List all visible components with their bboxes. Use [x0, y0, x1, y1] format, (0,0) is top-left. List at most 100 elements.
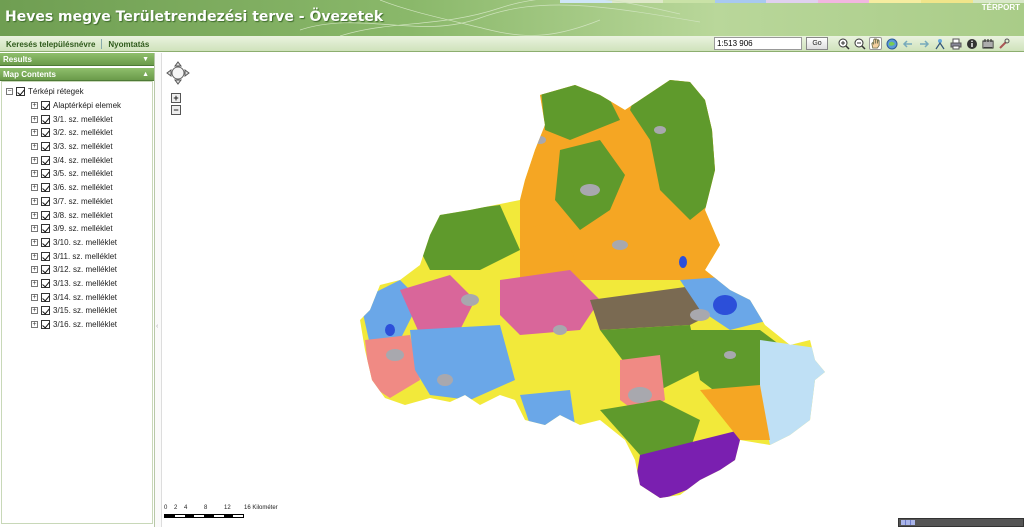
- layer-checkbox[interactable]: [41, 128, 50, 138]
- layer-item[interactable]: +3/2. sz. melléklet: [2, 126, 152, 140]
- layer-list: + Alaptérképi elemek +3/1. sz. melléklet +3…: [2, 99, 152, 332]
- layer-item[interactable]: +3/12. sz. melléklet: [2, 263, 152, 277]
- expand-icon[interactable]: +: [31, 266, 38, 274]
- chevron-down-icon[interactable]: ▼: [142, 53, 149, 66]
- expand-icon[interactable]: +: [31, 184, 38, 192]
- expand-icon[interactable]: +: [31, 321, 38, 329]
- scale-tick: 2: [174, 505, 178, 511]
- legend-icon[interactable]: [981, 37, 994, 50]
- expand-icon[interactable]: +: [31, 211, 38, 219]
- layer-item[interactable]: +3/6. sz. melléklet: [2, 181, 152, 195]
- layer-item[interactable]: +3/3. sz. melléklet: [2, 140, 152, 154]
- chevron-up-icon[interactable]: ▲: [142, 68, 149, 81]
- layer-checkbox[interactable]: [41, 183, 50, 193]
- expand-icon[interactable]: +: [31, 115, 38, 123]
- layer-checkbox[interactable]: [41, 320, 50, 330]
- layer-label: 3/16. sz. melléklet: [53, 320, 118, 330]
- layer-label: 3/10. sz. melléklet: [53, 237, 118, 247]
- layer-item[interactable]: +3/11. sz. melléklet: [2, 249, 152, 263]
- scale-tick: 4: [184, 505, 188, 511]
- layer-checkbox[interactable]: [16, 87, 25, 97]
- tools-icon[interactable]: [997, 37, 1010, 50]
- scale-tick: 8: [204, 505, 208, 511]
- left-panel: Results ▼ Map Contents ▲ − Térképi réteg…: [0, 53, 155, 527]
- layer-checkbox[interactable]: [41, 265, 50, 275]
- layer-item[interactable]: +3/13. sz. melléklet: [2, 277, 152, 291]
- layer-checkbox[interactable]: [41, 142, 50, 152]
- info-icon[interactable]: [965, 37, 978, 50]
- map-contents-panel-header[interactable]: Map Contents ▲: [0, 68, 154, 81]
- expand-icon[interactable]: +: [31, 252, 38, 260]
- full-extent-icon[interactable]: [885, 37, 898, 50]
- layer-item[interactable]: +3/16. sz. melléklet: [2, 318, 152, 332]
- map-tools: [837, 37, 1010, 50]
- map-view[interactable]: + − 0 2 4 8 12 16 Kilométer: [162, 53, 1024, 527]
- expand-icon[interactable]: +: [31, 225, 38, 233]
- layer-tree-root: − Térképi rétegek: [2, 85, 152, 99]
- layer-checkbox[interactable]: [41, 155, 50, 165]
- pan-hand-icon[interactable]: [869, 37, 882, 50]
- layer-item[interactable]: +3/14. sz. melléklet: [2, 290, 152, 304]
- layer-checkbox[interactable]: [41, 101, 50, 111]
- layer-checkbox[interactable]: [41, 306, 50, 316]
- scale-input[interactable]: [714, 37, 802, 50]
- expand-icon[interactable]: +: [31, 129, 38, 137]
- layer-checkbox[interactable]: [41, 237, 50, 247]
- expand-icon[interactable]: +: [31, 293, 38, 301]
- go-button[interactable]: Go: [806, 37, 828, 50]
- layer-item[interactable]: +3/8. sz. melléklet: [2, 208, 152, 222]
- zoom-in-icon[interactable]: [837, 37, 850, 50]
- expand-icon[interactable]: +: [31, 156, 38, 164]
- expand-icon[interactable]: +: [31, 197, 38, 205]
- toolbar-menu: Keresés településnévre Nyomtatás: [0, 36, 155, 52]
- layer-label: Térképi rétegek: [28, 87, 84, 97]
- county-zoning-map: [360, 80, 825, 498]
- layer-label: 3/4. sz. melléklet: [53, 155, 113, 165]
- layer-item[interactable]: + Alaptérképi elemek: [2, 99, 152, 113]
- zoom-out-icon[interactable]: [853, 37, 866, 50]
- expand-icon[interactable]: +: [31, 238, 38, 246]
- layer-checkbox[interactable]: [41, 196, 50, 206]
- layer-item[interactable]: +3/10. sz. melléklet: [2, 236, 152, 250]
- search-settlement-link[interactable]: Keresés településnévre: [0, 40, 101, 49]
- brand-logo-text[interactable]: TÉRPORT: [982, 3, 1020, 12]
- results-panel-header[interactable]: Results ▼: [0, 53, 154, 66]
- layer-label: 3/5. sz. melléklet: [53, 169, 113, 179]
- back-arrow-icon[interactable]: [901, 37, 914, 50]
- panel-splitter[interactable]: ‹: [155, 53, 162, 527]
- layer-checkbox[interactable]: [41, 278, 50, 288]
- main-toolbar: Keresés településnévre Nyomtatás Go: [0, 36, 1024, 52]
- layer-item[interactable]: +3/5. sz. melléklet: [2, 167, 152, 181]
- forward-arrow-icon[interactable]: [917, 37, 930, 50]
- expand-icon[interactable]: +: [31, 170, 38, 178]
- expand-icon[interactable]: +: [31, 102, 38, 110]
- print-icon[interactable]: [949, 37, 962, 50]
- layer-checkbox[interactable]: [41, 169, 50, 179]
- layer-item[interactable]: +3/9. sz. melléklet: [2, 222, 152, 236]
- layer-checkbox[interactable]: [41, 114, 50, 124]
- layer-label: 3/11. sz. melléklet: [53, 251, 117, 261]
- measure-icon[interactable]: [933, 37, 946, 50]
- expand-icon[interactable]: +: [31, 307, 38, 315]
- layer-checkbox[interactable]: [41, 210, 50, 220]
- splitter-handle-icon[interactable]: ‹: [156, 323, 158, 330]
- layer-checkbox[interactable]: [41, 292, 50, 302]
- scale-bar: 0 2 4 8 12 16 Kilométer: [164, 505, 324, 518]
- expand-icon[interactable]: +: [31, 143, 38, 151]
- loading-progress-bar: [898, 518, 1024, 527]
- layer-item[interactable]: +3/4. sz. melléklet: [2, 153, 152, 167]
- layer-item[interactable]: +3/7. sz. melléklet: [2, 195, 152, 209]
- layer-label: 3/8. sz. melléklet: [53, 210, 113, 220]
- layer-label: Alaptérképi elemek: [53, 101, 122, 111]
- layer-checkbox[interactable]: [41, 251, 50, 261]
- layer-label: 3/1. sz. melléklet: [53, 114, 113, 124]
- print-link[interactable]: Nyomtatás: [102, 40, 155, 49]
- layer-item[interactable]: +3/1. sz. melléklet: [2, 112, 152, 126]
- collapse-icon[interactable]: −: [6, 88, 13, 96]
- scale-tick: 12: [224, 505, 231, 511]
- layer-item[interactable]: +3/15. sz. melléklet: [2, 304, 152, 318]
- expand-icon[interactable]: +: [31, 279, 38, 287]
- layer-checkbox[interactable]: [41, 224, 50, 234]
- scale-tick: 16 Kilométer: [244, 505, 278, 511]
- layer-label: 3/7. sz. melléklet: [53, 196, 113, 206]
